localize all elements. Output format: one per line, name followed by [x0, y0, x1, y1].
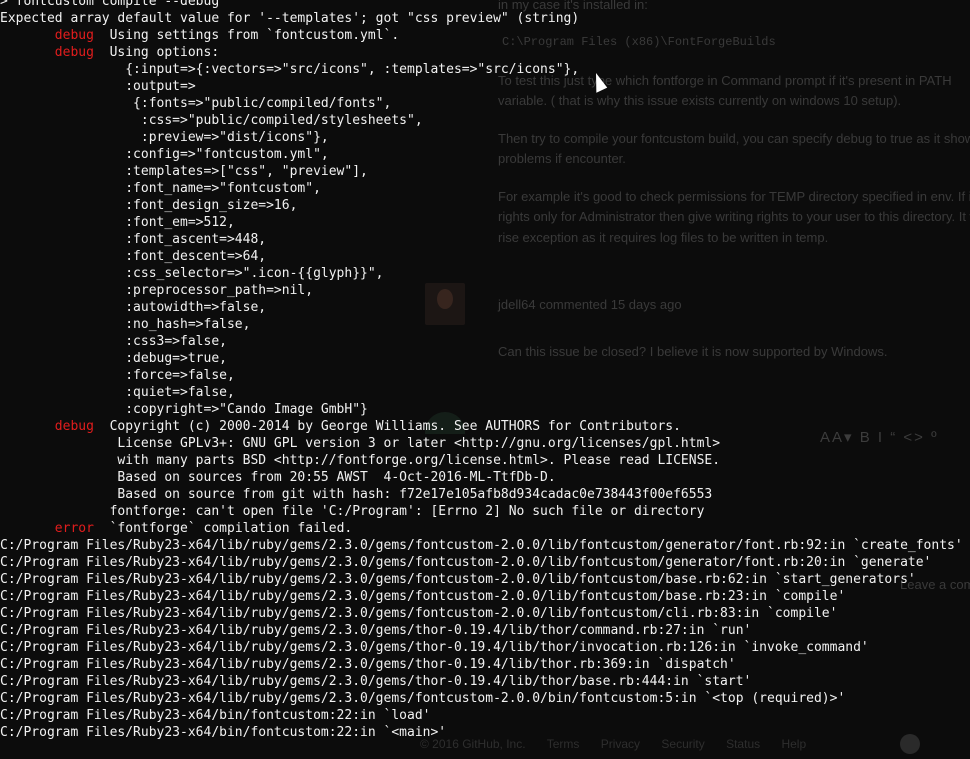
line-text: :css_selector=>".icon-{{glyph}}",: [0, 266, 384, 281]
line-text: C:/Program Files/Ruby23-x64/lib/ruby/gem…: [0, 657, 736, 672]
console-line: C:/Program Files/Ruby23-x64/lib/ruby/gem…: [0, 537, 970, 554]
console-line: debug Copyright (c) 2000-2014 by George …: [0, 418, 970, 435]
line-text: C:/Program Files/Ruby23-x64/lib/ruby/gem…: [0, 606, 838, 621]
console-line: :debug=>true,: [0, 350, 970, 367]
line-text: `fontforge` compilation failed.: [93, 521, 353, 536]
line-text: :font_name=>"fontcustom",: [0, 181, 321, 196]
console-line: Based on sources from 20:55 AWST 4-Oct-2…: [0, 469, 970, 486]
line-text: C:/Program Files/Ruby23-x64/lib/ruby/gem…: [0, 589, 846, 604]
line-text: C:/Program Files/Ruby23-x64/lib/ruby/gem…: [0, 538, 963, 553]
console-line: C:/Program Files/Ruby23-x64/bin/fontcust…: [0, 724, 970, 741]
console-line: Expected array default value for '--temp…: [0, 10, 970, 27]
line-text: :debug=>true,: [0, 351, 227, 366]
line-text: Copyright (c) 2000-2014 by George Willia…: [93, 419, 681, 434]
console-line: {:fonts=>"public/compiled/fonts",: [0, 95, 970, 112]
line-text: C:/Program Files/Ruby23-x64/lib/ruby/gem…: [0, 691, 846, 706]
console-output[interactable]: > fontcustom compile --debug Expected arr…: [0, 0, 970, 752]
debug-label: debug: [54, 419, 94, 434]
line-text: C:/Program Files/Ruby23-x64/lib/ruby/gem…: [0, 623, 752, 638]
console-line: fontforge: can't open file 'C:/Program':…: [0, 503, 970, 520]
console-line: :force=>false,: [0, 367, 970, 384]
console-line: error `fontforge` compilation failed.: [0, 520, 970, 537]
console-line: debug Using settings from `fontcustom.ym…: [0, 27, 970, 44]
line-text: :font_ascent=>448,: [0, 232, 267, 247]
line-text: Using settings from `fontcustom.yml`.: [93, 28, 400, 43]
console-line: :preprocessor_path=>nil,: [0, 282, 970, 299]
line-text: fontforge: can't open file 'C:/Program':…: [0, 504, 705, 519]
console-line: Based on source from git with hash: f72e…: [0, 486, 970, 503]
console-line: :font_ascent=>448,: [0, 231, 970, 248]
debug-label: debug: [54, 28, 94, 43]
console-line: :copyright=>"Cando Image GmbH"}: [0, 401, 970, 418]
line-text: :preprocessor_path=>nil,: [0, 283, 314, 298]
line-text: :templates=>["css", "preview"],: [0, 164, 368, 179]
line-text: :font_em=>512,: [0, 215, 235, 230]
line-text: C:/Program Files/Ruby23-x64/lib/ruby/gem…: [0, 555, 932, 570]
line-text: C:/Program Files/Ruby23-x64/lib/ruby/gem…: [0, 674, 752, 689]
console-line: C:/Program Files/Ruby23-x64/lib/ruby/gem…: [0, 571, 970, 588]
console-line: :font_design_size=>16,: [0, 197, 970, 214]
line-text: :font_design_size=>16,: [0, 198, 298, 213]
console-line: :preview=>"dist/icons"},: [0, 129, 970, 146]
console-line: C:/Program Files/Ruby23-x64/lib/ruby/gem…: [0, 554, 970, 571]
console-line: C:/Program Files/Ruby23-x64/lib/ruby/gem…: [0, 588, 970, 605]
line-text: C:/Program Files/Ruby23-x64/bin/fontcust…: [0, 708, 431, 723]
line-text: Based on source from git with hash: f72e…: [0, 487, 713, 502]
line-text: License GPLv3+: GNU GPL version 3 or lat…: [0, 436, 721, 451]
console-line: C:/Program Files/Ruby23-x64/lib/ruby/gem…: [0, 673, 970, 690]
console-line: debug Using options:: [0, 44, 970, 61]
console-line: C:/Program Files/Ruby23-x64/lib/ruby/gem…: [0, 690, 970, 707]
line-text: with many parts BSD <http://fontforge.or…: [0, 453, 721, 468]
line-text: C:/Program Files/Ruby23-x64/bin/fontcust…: [0, 725, 447, 740]
console-line: :css=>"public/compiled/stylesheets",: [0, 112, 970, 129]
line-text: {:fonts=>"public/compiled/fonts",: [0, 96, 392, 111]
console-line: :output=>: [0, 78, 970, 95]
error-label: error: [54, 521, 94, 536]
line-text: Based on sources from 20:55 AWST 4-Oct-2…: [0, 470, 556, 485]
console-line: > fontcustom compile --debug: [0, 0, 970, 10]
line-text: C:/Program Files/Ruby23-x64/lib/ruby/gem…: [0, 572, 916, 587]
console-line: :css3=>false,: [0, 333, 970, 350]
line-text: > fontcustom compile --debug: [0, 0, 220, 9]
line-text: :no_hash=>false,: [0, 317, 251, 332]
console-line: :no_hash=>false,: [0, 316, 970, 333]
console-line: :autowidth=>false,: [0, 299, 970, 316]
line-text: :config=>"fontcustom.yml",: [0, 147, 329, 162]
line-text: :force=>false,: [0, 368, 235, 383]
console-line: :css_selector=>".icon-{{glyph}}",: [0, 265, 970, 282]
console-line: :config=>"fontcustom.yml",: [0, 146, 970, 163]
console-line: License GPLv3+: GNU GPL version 3 or lat…: [0, 435, 970, 452]
line-text: :autowidth=>false,: [0, 300, 267, 315]
console-line: :templates=>["css", "preview"],: [0, 163, 970, 180]
console-line: :font_em=>512,: [0, 214, 970, 231]
console-line: C:/Program Files/Ruby23-x64/bin/fontcust…: [0, 707, 970, 724]
console-line: {:input=>{:vectors=>"src/icons", :templa…: [0, 61, 970, 78]
console-line: :font_name=>"fontcustom",: [0, 180, 970, 197]
console-line: C:/Program Files/Ruby23-x64/lib/ruby/gem…: [0, 639, 970, 656]
console-line: :font_descent=>64,: [0, 248, 970, 265]
line-text: {:input=>{:vectors=>"src/icons", :templa…: [0, 62, 580, 77]
console-line: with many parts BSD <http://fontforge.or…: [0, 452, 970, 469]
line-text: :css3=>false,: [0, 334, 227, 349]
line-text: :copyright=>"Cando Image GmbH"}: [0, 402, 368, 417]
line-text: Using options:: [93, 45, 220, 60]
line-text: C:/Program Files/Ruby23-x64/lib/ruby/gem…: [0, 640, 869, 655]
line-text: Expected array default value for '--temp…: [0, 11, 580, 26]
line-text: :preview=>"dist/icons"},: [0, 130, 329, 145]
console-line: :quiet=>false,: [0, 384, 970, 401]
line-text: :font_descent=>64,: [0, 249, 267, 264]
console-line: C:/Program Files/Ruby23-x64/lib/ruby/gem…: [0, 656, 970, 673]
console-line: C:/Program Files/Ruby23-x64/lib/ruby/gem…: [0, 622, 970, 639]
line-text: :css=>"public/compiled/stylesheets",: [0, 113, 423, 128]
console-line: C:/Program Files/Ruby23-x64/lib/ruby/gem…: [0, 605, 970, 622]
debug-label: debug: [54, 45, 94, 60]
line-text: :quiet=>false,: [0, 385, 235, 400]
line-text: :output=>: [0, 79, 196, 94]
